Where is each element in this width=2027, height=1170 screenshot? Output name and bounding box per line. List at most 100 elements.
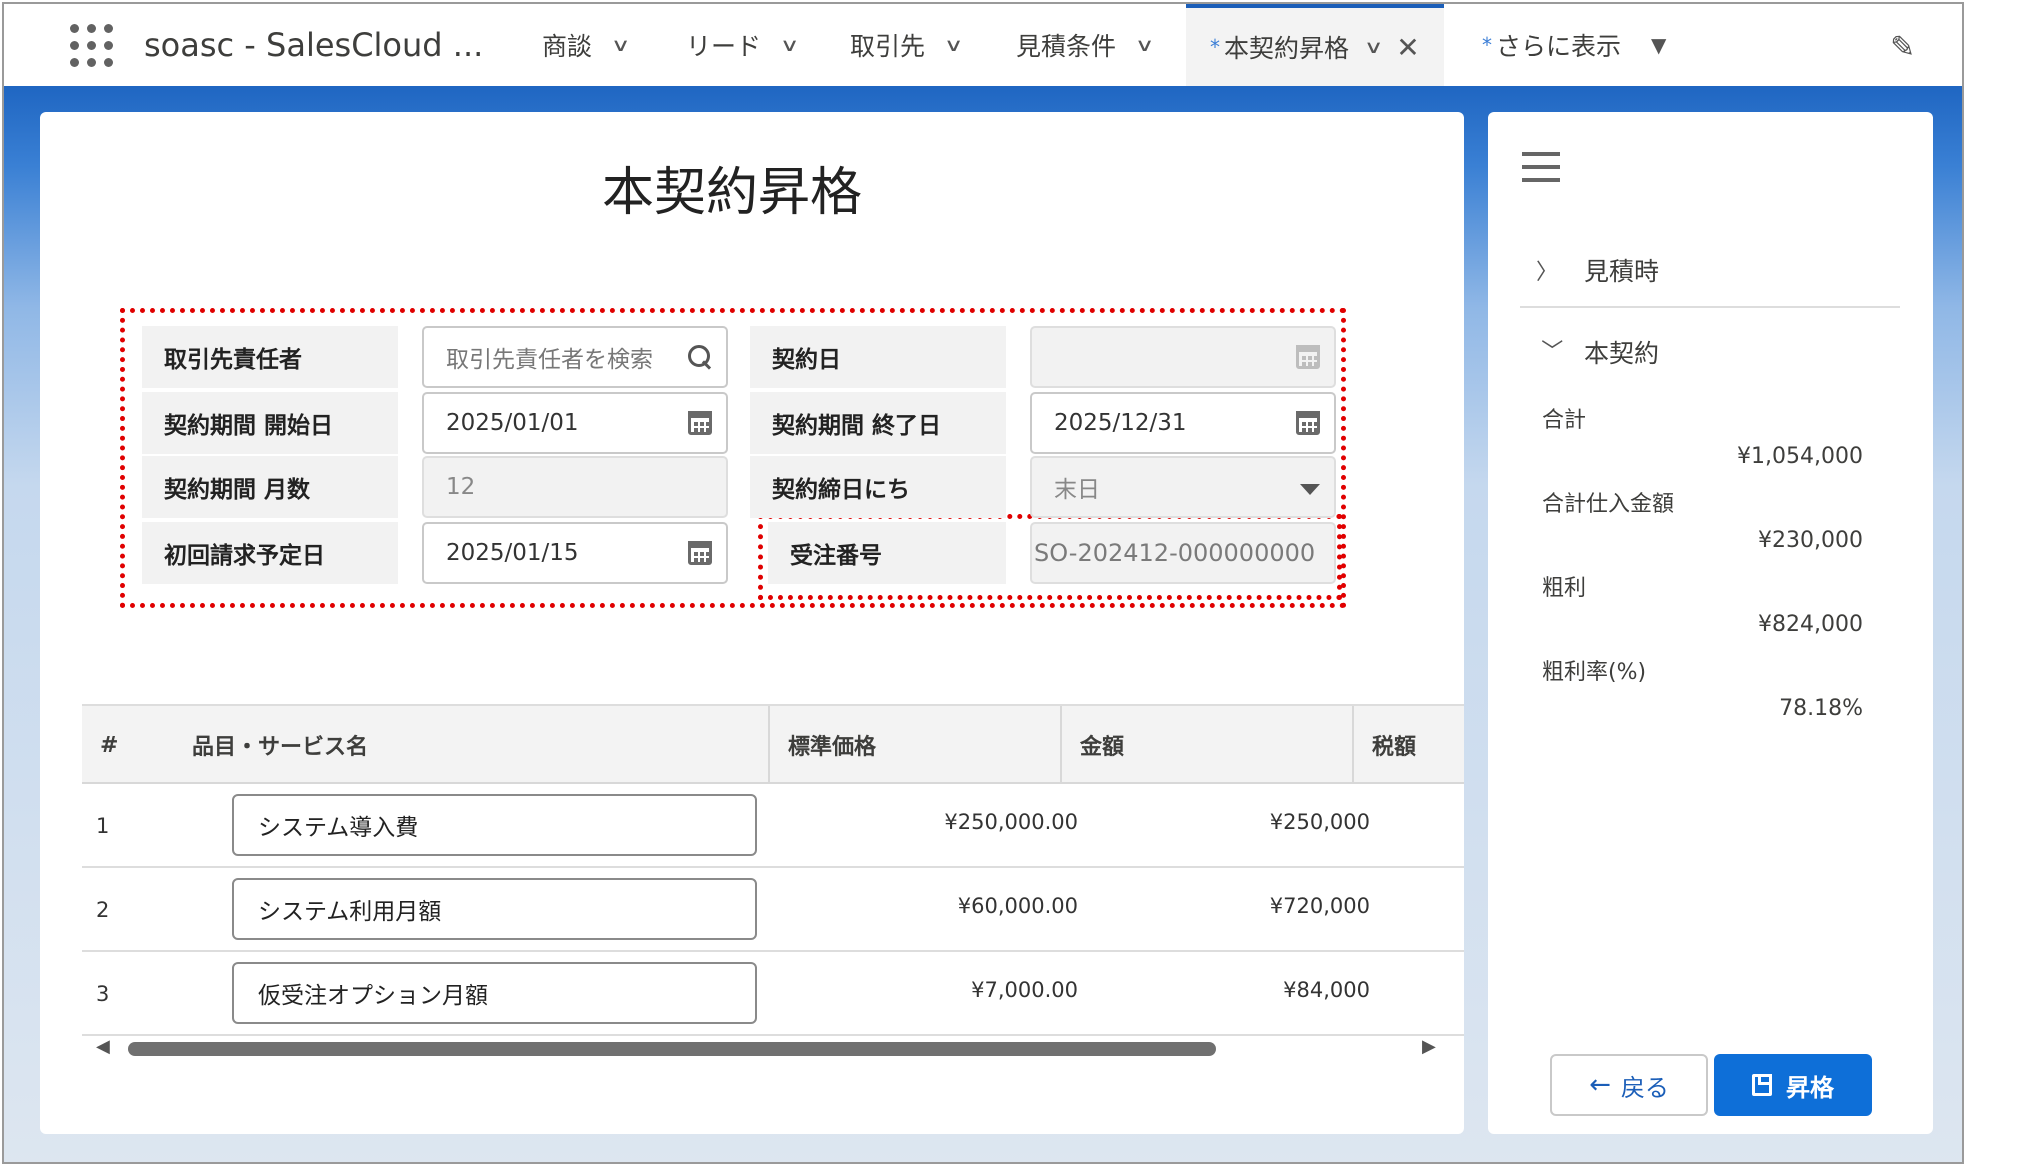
item-name-field[interactable]: システム利用月額 bbox=[232, 878, 757, 940]
column-header-number: # bbox=[100, 732, 119, 758]
standard-price: ¥7,000.00 bbox=[971, 978, 1078, 1002]
tab-label: リード bbox=[686, 32, 762, 61]
end-date-input[interactable]: 2025/12/31 bbox=[1030, 392, 1336, 454]
tab-more[interactable]: * さらに表示 ▼ bbox=[1482, 4, 1666, 86]
calendar-icon[interactable] bbox=[688, 411, 712, 435]
summary-value: ¥1,054,000 bbox=[1737, 444, 1863, 469]
close-icon[interactable]: ✕ bbox=[1396, 31, 1419, 64]
order-number-input[interactable]: SO-202412-000000000 bbox=[1030, 522, 1336, 584]
contract-date-input[interactable] bbox=[1030, 326, 1336, 388]
calendar-icon[interactable] bbox=[1296, 411, 1320, 435]
back-button[interactable]: ← 戻る bbox=[1550, 1054, 1708, 1116]
column-header-item-name[interactable]: 品目・サービス名 bbox=[178, 706, 764, 784]
calendar-icon bbox=[1296, 345, 1320, 369]
app-name: soasc - SalesCloud ... bbox=[144, 26, 484, 64]
item-name-field[interactable]: 仮受注オプション月額 bbox=[232, 962, 757, 1024]
table-row: 2 システム利用月額 ¥60,000.00 ¥720,000 bbox=[82, 868, 1464, 952]
contact-search-input[interactable]: 取引先責任者を検索 bbox=[422, 326, 728, 388]
end-date-label: 契約期間 終了日 bbox=[750, 392, 1006, 454]
column-header-standard-price[interactable]: 標準価格 bbox=[768, 706, 1060, 784]
app-launcher-icon[interactable] bbox=[70, 24, 114, 68]
chevron-right-icon[interactable]: 〉 bbox=[1536, 254, 1558, 286]
app-window: soasc - SalesCloud ... 商談 ∨ リード ∨ 取引先 ∨ … bbox=[2, 2, 1964, 1164]
amount: ¥720,000 bbox=[1269, 894, 1370, 918]
calendar-icon[interactable] bbox=[688, 541, 712, 565]
start-date-input[interactable]: 2025/01/01 bbox=[422, 392, 728, 454]
scroll-left-arrow-icon[interactable]: ◀ bbox=[96, 1036, 110, 1057]
hamburger-menu-icon[interactable] bbox=[1522, 152, 1560, 182]
contact-label: 取引先責任者 bbox=[142, 326, 398, 388]
tab-label: 商談 bbox=[542, 32, 593, 61]
order-number-label: 受注番号 bbox=[768, 522, 1006, 584]
amount: ¥250,000 bbox=[1269, 810, 1370, 834]
row-number: 1 bbox=[96, 814, 110, 838]
section-contract-toggle[interactable]: 本契約 bbox=[1584, 334, 1659, 370]
unsaved-mark: * bbox=[1482, 33, 1492, 57]
tab-accounts[interactable]: 取引先 ∨ bbox=[850, 4, 964, 86]
amount: ¥84,000 bbox=[1283, 978, 1370, 1002]
standard-price: ¥60,000.00 bbox=[957, 894, 1078, 918]
first-billing-label: 初回請求予定日 bbox=[142, 522, 398, 584]
tab-quote-conditions[interactable]: 見積条件 ∨ bbox=[1016, 4, 1155, 86]
section-quote-toggle[interactable]: 見積時 bbox=[1584, 252, 1659, 288]
chevron-down-icon[interactable]: ∨ bbox=[611, 35, 631, 56]
chevron-down-icon[interactable]: ∨ bbox=[1364, 37, 1384, 58]
summary-label: 粗利 bbox=[1542, 576, 1587, 601]
summary-sidebar: 〉 見積時 〉 本契約 合計 ¥1,054,000 合計仕入金額 ¥230,00… bbox=[1488, 112, 1933, 1134]
navigation-bar: soasc - SalesCloud ... 商談 ∨ リード ∨ 取引先 ∨ … bbox=[4, 4, 1962, 86]
chevron-down-icon[interactable]: 〉 bbox=[1537, 339, 1569, 361]
start-date-label: 契約期間 開始日 bbox=[142, 392, 398, 454]
summary-value: ¥230,000 bbox=[1758, 528, 1863, 553]
divider bbox=[1520, 306, 1900, 308]
item-name-field[interactable]: システム導入費 bbox=[232, 794, 757, 856]
chevron-down-icon[interactable]: ∨ bbox=[1135, 35, 1155, 56]
first-billing-value: 2025/01/15 bbox=[446, 540, 579, 566]
months-value: 12 bbox=[446, 474, 476, 500]
contract-date-label: 契約日 bbox=[750, 326, 1006, 388]
main-panel: 本契約昇格 取引先責任者 取引先責任者を検索 契約日 契約期間 開始日 2025… bbox=[40, 112, 1464, 1134]
months-input[interactable]: 12 bbox=[422, 456, 728, 518]
row-number: 3 bbox=[96, 982, 110, 1006]
caret-down-icon[interactable]: ▼ bbox=[1651, 33, 1666, 57]
summary-label: 合計仕入金額 bbox=[1542, 492, 1675, 517]
scroll-right-arrow-icon[interactable]: ▶ bbox=[1422, 1036, 1436, 1057]
standard-price: ¥250,000.00 bbox=[944, 810, 1078, 834]
end-date-value: 2025/12/31 bbox=[1054, 410, 1187, 436]
summary-value: ¥824,000 bbox=[1758, 612, 1863, 637]
dropdown-arrow-icon[interactable] bbox=[1300, 484, 1320, 495]
column-header-tax[interactable]: 税額 bbox=[1352, 706, 1464, 784]
scrollbar-thumb[interactable] bbox=[128, 1042, 1216, 1056]
first-billing-input[interactable]: 2025/01/15 bbox=[422, 522, 728, 584]
chevron-down-icon[interactable]: ∨ bbox=[780, 35, 800, 56]
summary-label: 合計 bbox=[1542, 408, 1587, 433]
closing-day-value: 末日 bbox=[1054, 477, 1100, 503]
tab-contract-promotion[interactable]: * 本契約昇格 ∨ ✕ bbox=[1186, 4, 1444, 86]
tab-label: さらに表示 bbox=[1496, 32, 1622, 61]
promote-button[interactable]: 昇格 bbox=[1714, 1054, 1872, 1116]
tab-leads[interactable]: リード ∨ bbox=[686, 4, 800, 86]
column-header-amount[interactable]: 金額 bbox=[1060, 706, 1352, 784]
start-date-value: 2025/01/01 bbox=[446, 410, 579, 436]
contact-placeholder: 取引先責任者を検索 bbox=[446, 347, 653, 373]
edit-pencil-icon[interactable]: ✎ bbox=[1890, 30, 1915, 65]
unsaved-mark: * bbox=[1210, 35, 1220, 59]
table-header: # 品目・サービス名 標準価格 金額 税額 bbox=[82, 704, 1464, 784]
summary-label: 粗利率(%) bbox=[1542, 660, 1647, 685]
summary-value: 78.18% bbox=[1779, 696, 1863, 721]
horizontal-scrollbar[interactable]: ◀ ▶ bbox=[82, 1034, 1464, 1062]
back-button-label: 戻る bbox=[1620, 1073, 1669, 1102]
line-items-table: # 品目・サービス名 標準価格 金額 税額 1 システム導入費 ¥250,000… bbox=[82, 704, 1464, 1064]
arrow-left-icon: ← bbox=[1589, 1070, 1611, 1100]
chevron-down-icon[interactable]: ∨ bbox=[944, 35, 964, 56]
table-row: 1 システム導入費 ¥250,000.00 ¥250,000 bbox=[82, 784, 1464, 868]
promote-button-label: 昇格 bbox=[1786, 1073, 1834, 1102]
row-number: 2 bbox=[96, 898, 110, 922]
order-number-value: SO-202412-000000000 bbox=[1034, 539, 1316, 567]
tab-opportunities[interactable]: 商談 ∨ bbox=[542, 4, 631, 86]
tab-label: 見積条件 bbox=[1016, 32, 1117, 61]
tab-label: 本契約昇格 bbox=[1224, 34, 1350, 63]
closing-day-select[interactable]: 末日 bbox=[1030, 456, 1336, 518]
tab-label: 取引先 bbox=[850, 32, 926, 61]
months-label: 契約期間 月数 bbox=[142, 456, 398, 518]
closing-day-label: 契約締日にち bbox=[750, 456, 1006, 518]
